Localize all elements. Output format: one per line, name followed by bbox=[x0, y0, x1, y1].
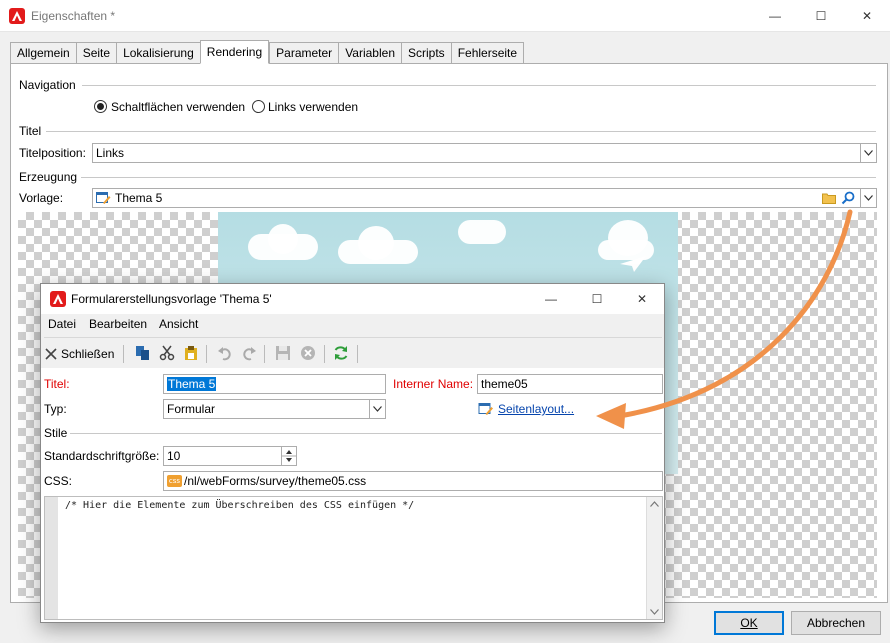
annotation-arrow bbox=[596, 209, 853, 429]
tab-rendering[interactable]: Rendering bbox=[199, 40, 270, 64]
